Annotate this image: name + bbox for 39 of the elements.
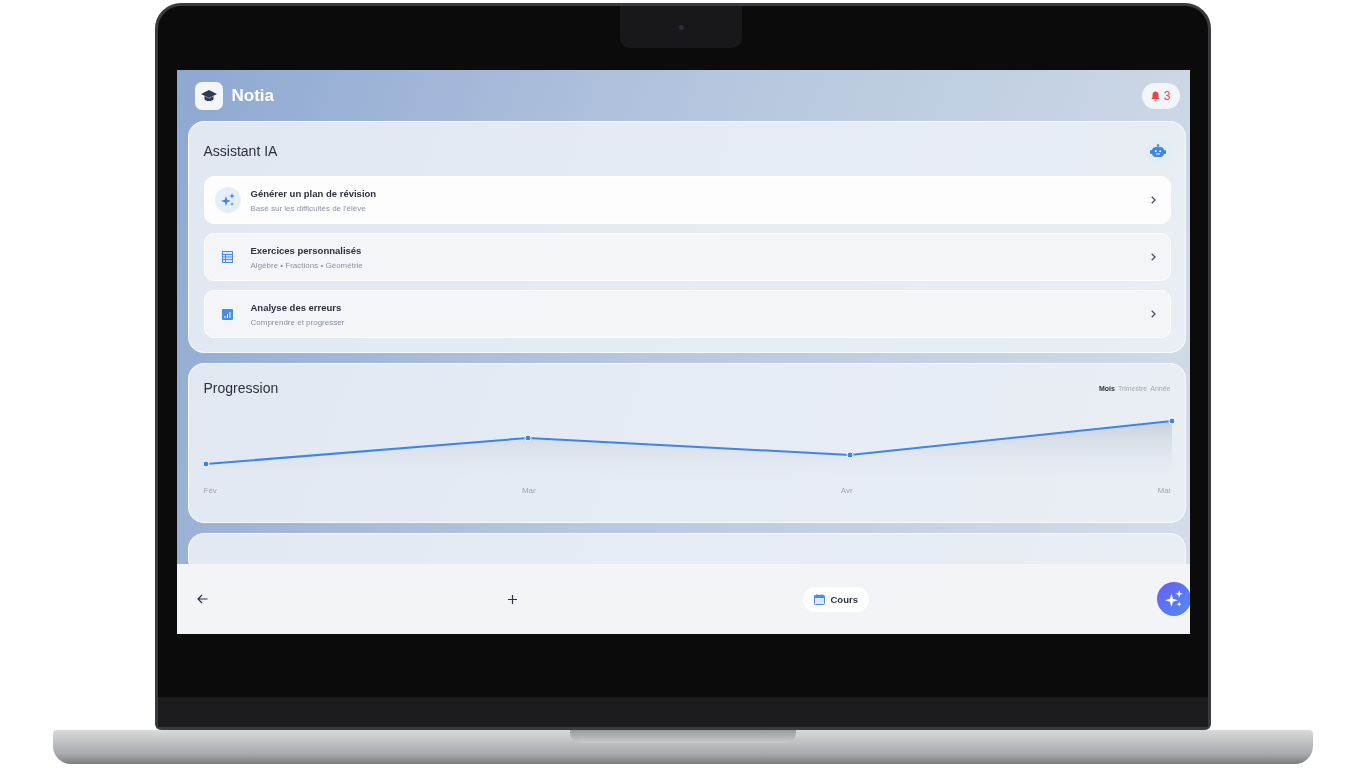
- action-title: Analyse des erreurs: [250, 301, 343, 313]
- table-icon: [222, 251, 233, 263]
- robot-icon: [1144, 138, 1171, 164]
- camera-lens: [679, 25, 684, 30]
- bar-chart-icon: [222, 308, 233, 320]
- axis-label: Mar: [521, 486, 536, 495]
- assistant-action[interactable]: Exercices personnalisés Algèbre • Fractions • Géométrie: [203, 233, 1171, 281]
- calendar-icon: [813, 593, 825, 605]
- chevron-right-icon: [1150, 253, 1156, 261]
- card-title: Progression: [203, 380, 279, 396]
- bell-icon: [1150, 90, 1160, 101]
- assistant-action[interactable]: Générer un plan de révision Basé sur les difficultés de l'élève: [203, 176, 1171, 224]
- sparkle-icon: [220, 193, 235, 207]
- action-title: Exercices personnalisés: [250, 244, 363, 256]
- assistant-action[interactable]: Analyse des erreurs Comprendre et progresser: [203, 290, 1171, 338]
- action-subtitle: Comprendre et progresser: [250, 317, 346, 327]
- chevron-right-icon: [1150, 310, 1156, 318]
- action-subtitle: Algèbre • Fractions • Géométrie: [250, 260, 364, 270]
- axis-label: Avr: [840, 486, 853, 495]
- data-point: [1168, 417, 1174, 425]
- action-subtitle: Basé sur les difficultés de l'élève: [250, 203, 367, 213]
- chevron-right-icon: [1150, 196, 1156, 204]
- sparkle-icon: [1164, 590, 1183, 609]
- back-button[interactable]: [196, 594, 208, 605]
- graduation-cap-icon: [194, 81, 223, 110]
- data-point: [846, 451, 853, 459]
- ai-assistant-button[interactable]: [1156, 582, 1190, 617]
- axis-label: Mai: [1157, 486, 1171, 495]
- card-title: Assistant IA: [203, 143, 278, 159]
- notifications-button[interactable]: 3: [1141, 82, 1180, 109]
- course-button[interactable]: Cours: [802, 586, 869, 612]
- data-point: [203, 460, 209, 468]
- plus-icon: [507, 594, 517, 604]
- app-name: Notia: [231, 85, 274, 106]
- data-point: [524, 434, 531, 442]
- axis-label: Fév: [203, 486, 217, 495]
- add-button[interactable]: [507, 594, 517, 604]
- action-title: Générer un plan de révision: [250, 187, 378, 199]
- back-arrow-icon: [196, 594, 208, 605]
